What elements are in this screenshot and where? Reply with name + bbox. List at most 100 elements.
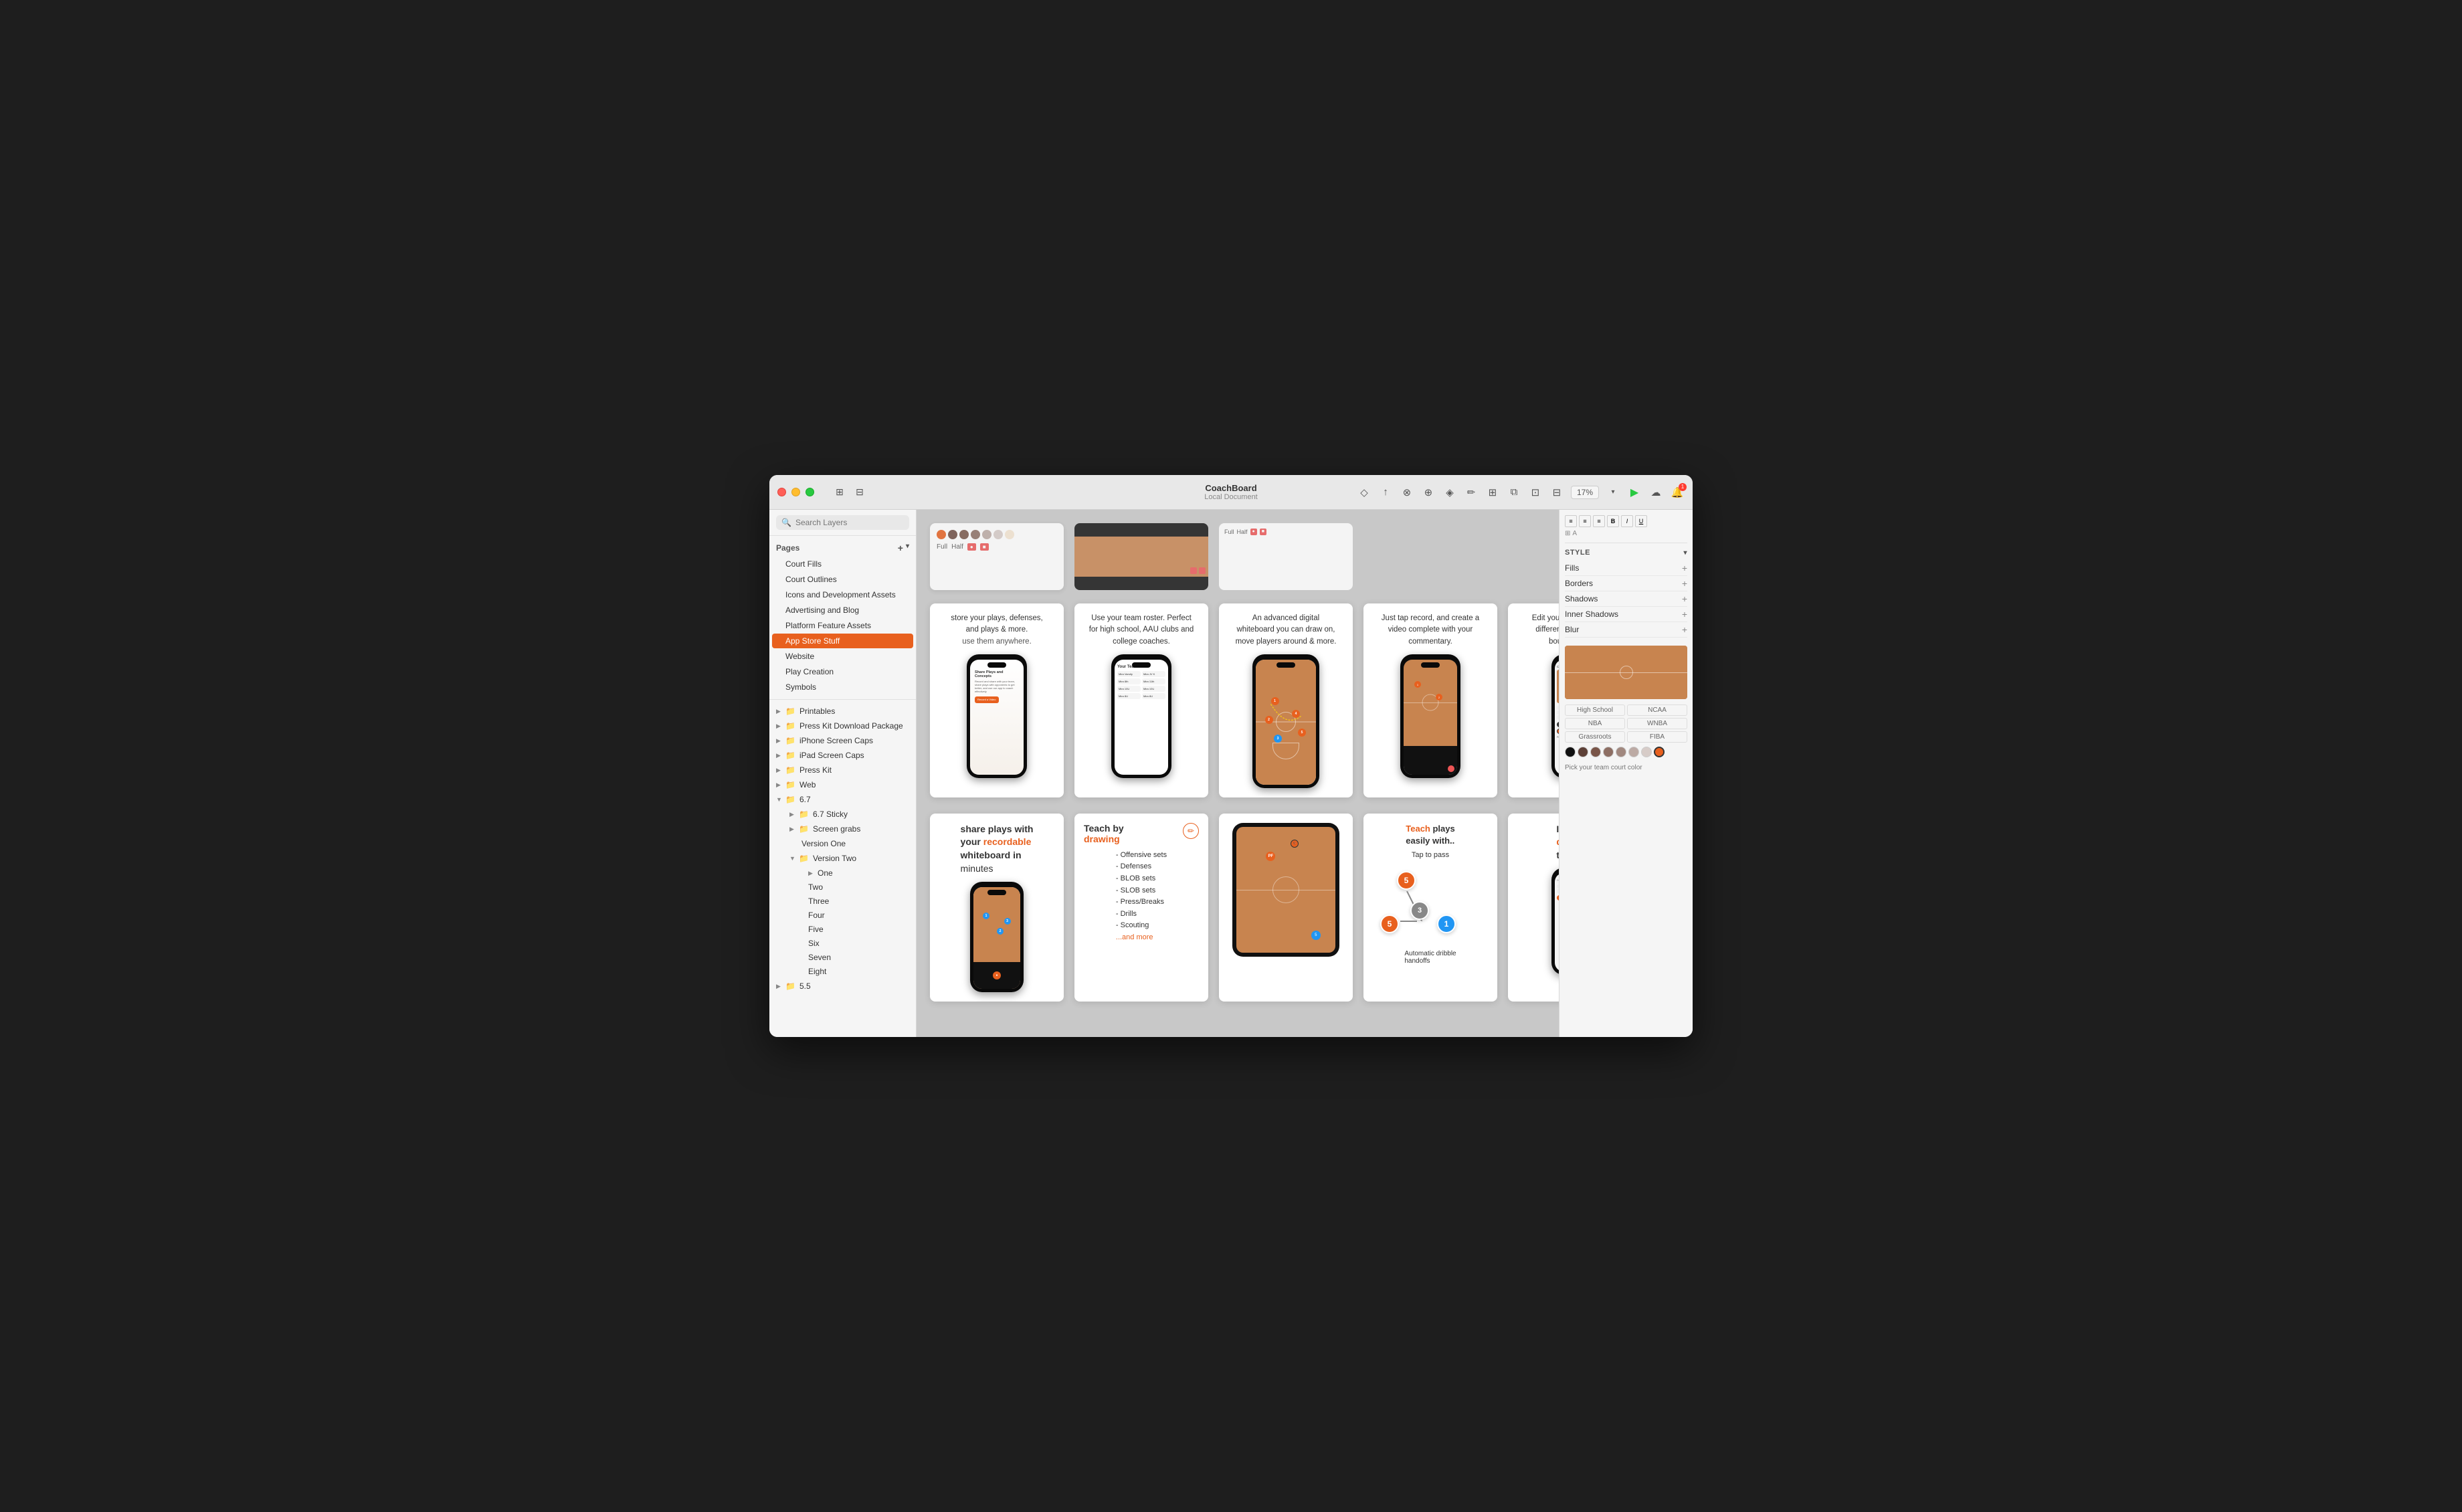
swatch-light-brown[interactable] — [1616, 747, 1626, 757]
sidebar-item-version-one[interactable]: Version One — [785, 837, 913, 850]
paste-icon[interactable]: ⊟ — [1549, 485, 1564, 500]
feature5-phone: Court High School NCAA NBA WNBA Gr — [1551, 654, 1559, 778]
edit-icon[interactable]: ✏ — [1464, 485, 1479, 500]
cloud-icon[interactable]: ☁ — [1648, 485, 1663, 500]
upload-icon[interactable]: ↑ — [1378, 485, 1393, 500]
sidebar-item-symbols[interactable]: Symbols — [772, 680, 913, 694]
sidebar-item-six[interactable]: Six — [801, 937, 913, 950]
style-chevron-icon[interactable]: ▾ — [1683, 549, 1687, 557]
close-button[interactable] — [777, 488, 786, 496]
feature-card-5: Edit your whiteboard withdifferent hardw… — [1508, 603, 1559, 797]
sidebar-group-iphone-caps[interactable]: ▶ 📁 iPhone Screen Caps — [769, 733, 916, 748]
swatch-beige[interactable] — [1641, 747, 1652, 757]
grid-view-icon[interactable]: ⊟ — [853, 486, 866, 499]
sidebar-group-press-kit-dl[interactable]: ▶ 📁 Press Kit Download Package — [769, 719, 916, 733]
frame-icon[interactable]: ⊞ — [1485, 485, 1500, 500]
titlebar-left-icons: ⊞ ⊟ — [833, 486, 866, 499]
add-border-icon[interactable]: + — [1682, 578, 1687, 589]
add-inner-shadow-icon[interactable]: + — [1682, 609, 1687, 620]
eight-label: Eight — [808, 967, 826, 976]
align-right-icon[interactable]: ≡ — [1593, 515, 1605, 527]
share-icon[interactable]: ⊗ — [1400, 485, 1414, 500]
wnba-label[interactable]: WNBA — [1627, 718, 1687, 729]
duplicate-icon[interactable]: ⧉ — [1507, 485, 1521, 500]
color-text-icon[interactable]: A — [1572, 530, 1577, 537]
sidebar-group-web[interactable]: ▶ 📁 Web — [769, 777, 916, 792]
sidebar-group-67sticky[interactable]: ▶ 📁 6.7 Sticky — [783, 807, 916, 822]
sidebar-item-icons-dev[interactable]: Icons and Development Assets — [772, 587, 913, 602]
maximize-button[interactable] — [806, 488, 814, 496]
swatch-orange[interactable] — [1654, 747, 1665, 757]
swatch-black[interactable] — [1565, 747, 1576, 757]
minimize-button[interactable] — [791, 488, 800, 496]
diamond-icon[interactable]: ◇ — [1357, 485, 1371, 500]
search-box[interactable]: 🔍 — [776, 515, 909, 530]
sidebar-group-version-two[interactable]: ▼ 📁 Version Two — [783, 851, 916, 866]
high-school-label[interactable]: High School — [1565, 704, 1625, 716]
sidebar-group-67[interactable]: ▼ 📁 6.7 — [769, 792, 916, 807]
main-window: ⊞ ⊟ CoachBoard Local Document ◇ ↑ ⊗ ⊕ ◈ … — [769, 475, 1693, 1037]
iphone-2: Your Teams Mira Varsity Mira JV K Mira 8… — [1111, 654, 1171, 778]
expand-arrow-67: ▼ — [776, 796, 783, 803]
chevron-down-icon[interactable]: ▾ — [1606, 485, 1620, 500]
add-blur-icon[interactable]: + — [1682, 624, 1687, 635]
sidebar-item-platform[interactable]: Platform Feature Assets — [772, 618, 913, 633]
sidebar-item-court-outlines[interactable]: Court Outlines — [772, 572, 913, 587]
mask-icon[interactable]: ⊕ — [1421, 485, 1436, 500]
swatch-tan[interactable] — [1628, 747, 1639, 757]
align-left-icon[interactable]: ≡ — [1565, 515, 1577, 527]
sidebar-item-app-store[interactable]: App Store Stuff — [772, 634, 913, 648]
zoom-level[interactable]: 17% — [1571, 486, 1599, 499]
dynamic-island-b1 — [987, 890, 1006, 895]
sidebar-item-advertising[interactable]: Advertising and Blog — [772, 603, 913, 618]
sidebar-item-two[interactable]: Two — [801, 880, 913, 894]
underline-icon[interactable]: U — [1635, 515, 1647, 527]
copy-icon[interactable]: ⊡ — [1528, 485, 1543, 500]
feature5-text: Edit your whiteboard withdifferent hardw… — [1532, 613, 1559, 648]
swatch-brown[interactable] — [1590, 747, 1601, 757]
bold-icon[interactable]: B — [1607, 515, 1619, 527]
sidebar-item-eight[interactable]: Eight — [801, 965, 913, 978]
ncaa-label[interactable]: NCAA — [1627, 704, 1687, 716]
feature1-phone: Share Plays and Concepts Record and shar… — [967, 654, 1027, 778]
v67-children: ▶ 📁 6.7 Sticky ▶ 📁 Screen grabs Version … — [783, 807, 916, 978]
sidebar-group-printables[interactable]: ▶ 📁 Printables — [769, 704, 916, 719]
sidebar-item-four[interactable]: Four — [801, 909, 913, 922]
sidebar-group-press-kit[interactable]: ▶ 📁 Press Kit — [769, 763, 916, 777]
italic-icon[interactable]: I — [1621, 515, 1633, 527]
folder-iphone-icon: 📁 — [785, 736, 795, 745]
sidebar-item-play-creation[interactable]: Play Creation — [772, 664, 913, 679]
canvas-scroll[interactable]: FullHalf ● ■ — [917, 510, 1559, 1037]
align-center-icon[interactable]: ≡ — [1579, 515, 1591, 527]
component-icon[interactable]: ◈ — [1442, 485, 1457, 500]
sidebar-item-five[interactable]: Five — [801, 923, 913, 936]
notification-badge: 1 — [1679, 483, 1687, 491]
chevron-pages-icon[interactable]: ▾ — [906, 543, 909, 553]
swatch-dark-brown[interactable] — [1578, 747, 1588, 757]
add-shadow-icon[interactable]: + — [1682, 593, 1687, 604]
play-button[interactable]: ▶ — [1627, 485, 1642, 500]
sidebar-group-55[interactable]: ▶ 📁 5.5 — [769, 979, 916, 994]
sidebar-group-ipad-caps[interactable]: ▶ 📁 iPad Screen Caps — [769, 748, 916, 763]
search-input[interactable] — [795, 518, 904, 527]
sidebar-item-website[interactable]: Website — [772, 649, 913, 664]
document-icon[interactable]: ⊞ — [833, 486, 846, 499]
sidebar-group-screengrabs[interactable]: ▶ 📁 Screen grabs — [783, 822, 916, 836]
sidebar-item-court-fills[interactable]: Court Fills — [772, 557, 913, 571]
notification-icon[interactable]: 🔔 1 — [1670, 485, 1685, 500]
expand-arrow-web: ▶ — [776, 781, 783, 789]
grassroots-label[interactable]: Grassroots — [1565, 731, 1625, 743]
fiba-label[interactable]: FIBA — [1627, 731, 1687, 743]
swatch-medium-brown[interactable] — [1603, 747, 1614, 757]
v55-label: 5.5 — [799, 981, 811, 991]
sidebar-item-seven[interactable]: Seven — [801, 951, 913, 964]
nba-label[interactable]: NBA — [1565, 718, 1625, 729]
bottom5-phone: Diag... Dribble Pass Shot Screen ■ — [1551, 868, 1559, 975]
iphone-1: Share Plays and Concepts Record and shar… — [967, 654, 1027, 778]
add-fill-icon[interactable]: + — [1682, 563, 1687, 573]
sidebar-item-one[interactable]: ▶ One — [801, 866, 913, 880]
tablet-court-container: PF 🏀 5 — [1228, 823, 1343, 970]
sidebar-item-three[interactable]: Three — [801, 894, 913, 908]
link-icon[interactable]: ⊞ — [1565, 530, 1570, 537]
add-page-icon[interactable]: + — [898, 543, 903, 553]
